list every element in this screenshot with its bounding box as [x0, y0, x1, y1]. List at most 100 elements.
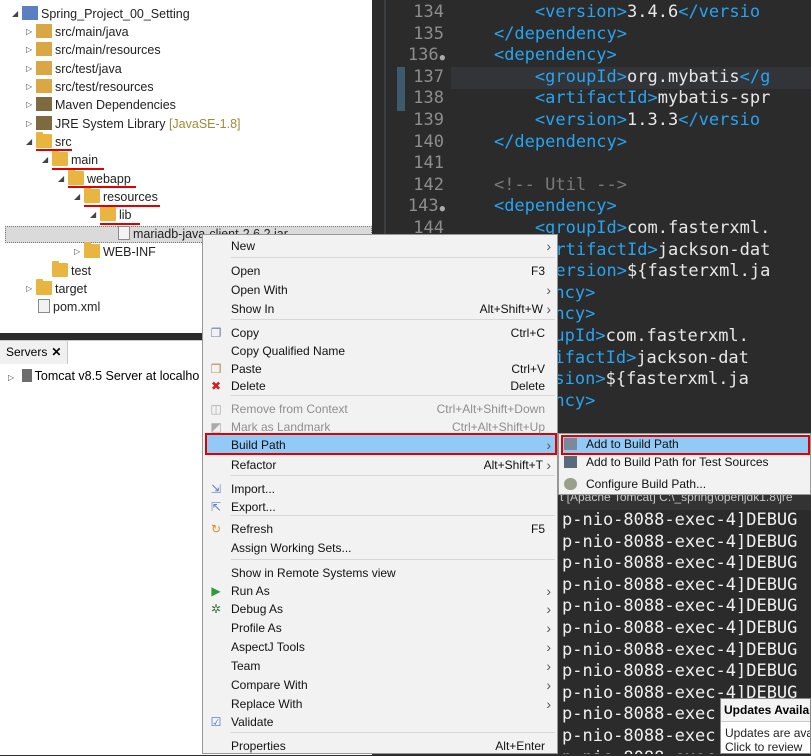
- code-line[interactable]: <!-- Util -->: [453, 175, 627, 197]
- code-line[interactable]: <artifactId>mybatis-spr: [453, 88, 770, 110]
- menu-item-add-to-build-path[interactable]: Add to Build Path: [559, 435, 810, 454]
- expand-arrow-icon[interactable]: ◢: [90, 206, 100, 224]
- collapse-arrow-icon[interactable]: ▷: [26, 60, 36, 78]
- tree-item-project[interactable]: ◢ Spring_Project_00_Setting: [12, 5, 190, 23]
- xml-text: com.fasterxml.: [627, 218, 771, 238]
- console-line: p-nio-8088-exec: [562, 748, 716, 754]
- menu-item-open-with[interactable]: Open With ›: [203, 281, 557, 300]
- tree-item-lib[interactable]: ◢ lib: [90, 205, 132, 224]
- menu-item-refactor[interactable]: Refactor Alt+Shift+T ›: [203, 456, 557, 475]
- expand-arrow-icon[interactable]: ◢: [42, 151, 52, 169]
- console-line: p-nio-8088-exec-4]DEBUG: [562, 661, 798, 682]
- menu-item-assign-working-sets[interactable]: Assign Working Sets...: [203, 539, 557, 558]
- console-line: p-nio-8088-exec: [562, 704, 716, 725]
- servers-tab[interactable]: Servers ✕: [0, 341, 69, 364]
- menu-item-configure-build-path[interactable]: Configure Build Path...: [559, 475, 810, 494]
- collapse-arrow-icon[interactable]: ▷: [26, 96, 36, 114]
- servers-tab-label: Servers: [6, 345, 48, 359]
- menu-item-label: Profile As: [231, 621, 282, 635]
- tree-item-resources[interactable]: ◢ resources: [74, 187, 158, 206]
- annotation-underline-lib: [100, 223, 140, 225]
- menu-item-label: Mark as Landmark: [231, 420, 331, 434]
- xml-open-tag: <dependency>: [493, 196, 617, 217]
- menu-item-import[interactable]: ⇲ Import...: [203, 480, 557, 499]
- library-icon: [36, 116, 52, 130]
- menu-item-build-path[interactable]: Build Path ›: [203, 436, 557, 455]
- expand-arrow-icon[interactable]: ◢: [26, 133, 36, 151]
- code-line[interactable]: <dependency>: [453, 196, 617, 218]
- menu-item-new[interactable]: New ›: [203, 237, 557, 256]
- menu-item-refresh[interactable]: ↻ Refresh F5: [203, 520, 557, 539]
- collapse-arrow-icon[interactable]: ▷: [8, 373, 14, 382]
- menu-item-copy[interactable]: ❐ Copy Ctrl+C: [203, 324, 557, 343]
- tree-item-label: resources: [103, 190, 158, 204]
- menu-item-run-as[interactable]: ▶ Run As ›: [203, 582, 557, 601]
- menu-item-show-in-remote-systems-view[interactable]: Show in Remote Systems view: [203, 564, 557, 583]
- menu-item-label: Copy: [231, 326, 260, 340]
- code-line[interactable]: <dependency>: [453, 45, 617, 67]
- menu-item-export[interactable]: ⇱ Export...: [203, 498, 557, 517]
- collapse-arrow-icon[interactable]: ▷: [74, 243, 84, 261]
- menu-item-mark-as-landmark: ◩ Mark as Landmark Ctrl+Alt+Shift+Up: [203, 418, 557, 437]
- tree-item-maven-dependencies[interactable]: ▷ Maven Dependencies: [26, 96, 176, 114]
- expand-arrow-icon[interactable]: ◢: [12, 5, 22, 23]
- fold-marker-icon[interactable]: ●: [440, 204, 445, 214]
- tree-item-target[interactable]: ▷ target: [26, 279, 87, 298]
- collapse-arrow-icon[interactable]: ▷: [26, 41, 36, 59]
- collapse-arrow-icon[interactable]: ▷: [26, 280, 36, 298]
- tree-item-web-inf[interactable]: ▷ WEB-INF: [74, 242, 156, 261]
- updates-review-link[interactable]: Click to review: [725, 740, 810, 753]
- menu-item-team[interactable]: Team ›: [203, 657, 557, 676]
- tree-item-main[interactable]: ◢ main: [42, 150, 99, 169]
- code-line[interactable]: </dependency>: [453, 132, 627, 154]
- tree-item-label: main: [71, 153, 99, 167]
- tree-item-label: Spring_Project_00_Setting: [41, 7, 190, 21]
- code-line[interactable]: <groupId>org.mybatis</g: [453, 67, 770, 89]
- menu-item-copy-qualified-name[interactable]: Copy Qualified Name: [203, 342, 557, 361]
- menu-item-show-in[interactable]: Show In Alt+Shift+W ›: [203, 300, 557, 319]
- menu-item-validate[interactable]: ☑ Validate: [203, 713, 557, 732]
- close-icon[interactable]: ✕: [51, 345, 61, 359]
- collapse-arrow-icon[interactable]: ▷: [26, 78, 36, 96]
- code-line[interactable]: <version>3.4.6</versio: [453, 2, 760, 24]
- xml-open-tag: <artifactId>: [534, 88, 658, 109]
- tree-item-src-main-java[interactable]: ▷ src/main/java: [26, 23, 129, 41]
- fold-marker-icon[interactable]: ●: [440, 53, 445, 63]
- menu-item-add-to-build-path-test[interactable]: Add to Build Path for Test Sources: [559, 453, 810, 472]
- line-number-text: 142: [413, 174, 444, 195]
- import-icon: ⇲: [210, 482, 222, 496]
- menu-item-debug-as[interactable]: ✲ Debug As ›: [203, 600, 557, 619]
- tree-item-label: src/main/java: [55, 25, 129, 39]
- server-item-tomcat[interactable]: ▷ Tomcat v8.5 Server at localho: [8, 367, 199, 387]
- code-line[interactable]: <version>1.3.3</versio: [453, 110, 760, 132]
- tree-item-src-test-java[interactable]: ▷ src/test/java: [26, 60, 122, 78]
- tree-item-test[interactable]: test: [52, 261, 92, 280]
- collapse-arrow-icon[interactable]: ▷: [26, 115, 36, 133]
- updates-available-popup[interactable]: Updates Availab Updates are ava Click to…: [720, 698, 811, 754]
- tree-item-pom-xml[interactable]: pom.xml: [38, 298, 100, 316]
- code-line[interactable]: </dependency>: [453, 24, 627, 46]
- menu-item-label: Refresh: [231, 522, 274, 536]
- source-folder-icon: [36, 79, 52, 93]
- menu-item-properties[interactable]: Properties Alt+Enter: [203, 737, 557, 756]
- tree-item-jre-system-library[interactable]: ▷ JRE System Library [JavaSE-1.8]: [26, 115, 241, 133]
- source-folder-icon: [36, 42, 52, 56]
- menu-item-aspectj-tools[interactable]: AspectJ Tools ›: [203, 638, 557, 657]
- expand-arrow-icon[interactable]: ◢: [74, 188, 84, 206]
- menu-item-compare-with[interactable]: Compare With ›: [203, 676, 557, 695]
- tree-item-label: test: [71, 264, 92, 278]
- menu-item-delete[interactable]: ✖ Delete Delete: [203, 377, 557, 396]
- tree-item-src-main-resources[interactable]: ▷ src/main/resources: [26, 41, 161, 59]
- menu-item-open[interactable]: Open F3: [203, 262, 557, 281]
- menu-item-replace-with[interactable]: Replace With ›: [203, 695, 557, 714]
- tree-item-src-test-resources[interactable]: ▷ src/test/resources: [26, 78, 154, 96]
- collapse-arrow-icon[interactable]: ▷: [26, 23, 36, 41]
- expand-arrow-icon[interactable]: ◢: [58, 170, 68, 188]
- tree-item-label: JRE System Library: [55, 117, 166, 131]
- xml-file-icon: [38, 299, 50, 313]
- menu-item-shortcut: Delete: [510, 379, 545, 393]
- menu-item-profile-as[interactable]: Profile As ›: [203, 619, 557, 638]
- xml-close-tag: </versio: [678, 2, 761, 22]
- line-number: 134: [397, 2, 445, 24]
